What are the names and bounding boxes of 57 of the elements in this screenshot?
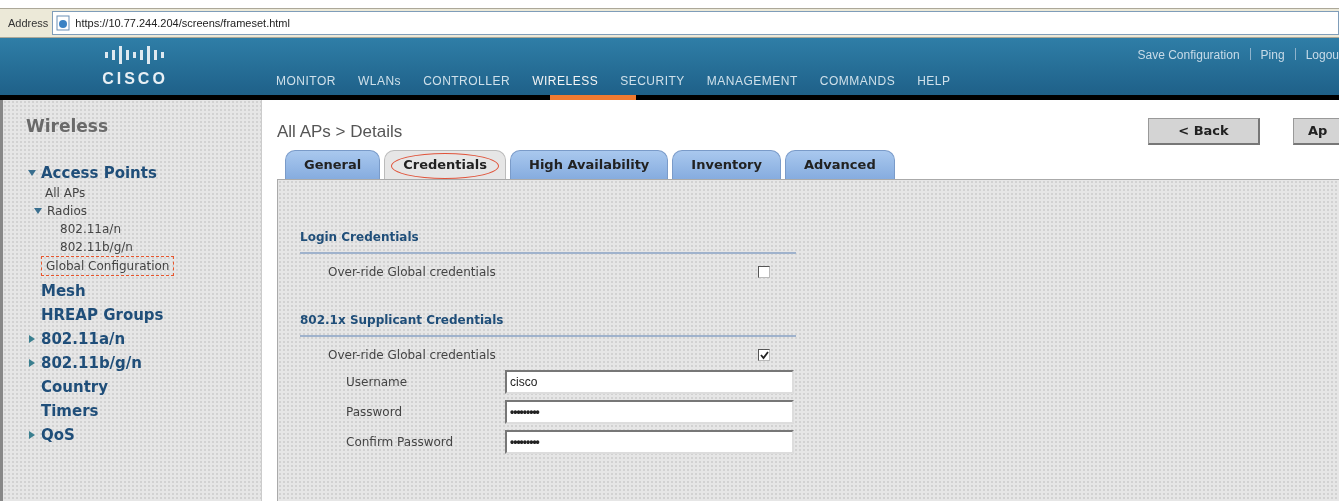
back-button[interactable]: < Back bbox=[1148, 118, 1260, 145]
section-title: 802.1x Supplicant Credentials bbox=[300, 311, 796, 337]
page-icon bbox=[55, 15, 72, 31]
sidebar-link[interactable]: Timers bbox=[41, 401, 99, 420]
address-label: Address bbox=[8, 15, 49, 31]
sidebar-link[interactable]: 802.11a/n bbox=[60, 219, 121, 238]
check-icon bbox=[759, 350, 769, 360]
field-label: Username bbox=[346, 374, 409, 391]
nav-tab[interactable]: WLANs bbox=[357, 72, 402, 90]
password-field[interactable]: ••••••••• bbox=[505, 430, 794, 454]
sidebar-link[interactable]: QoS bbox=[41, 425, 75, 444]
nav-tab[interactable]: MONITOR bbox=[276, 72, 336, 90]
option-label: Over-ride Global credentials bbox=[328, 264, 497, 281]
caret-icon bbox=[28, 358, 36, 367]
sidebar-link[interactable]: Mesh bbox=[41, 281, 86, 300]
sidebar-link[interactable]: 802.11a/n bbox=[41, 329, 126, 348]
address-field[interactable]: https://10.77.244.204/screens/frameset.html bbox=[52, 11, 1339, 35]
logo-text: CISCO bbox=[102, 69, 168, 89]
option-label: Over-ride Global credentials bbox=[328, 347, 497, 364]
nav-tab[interactable]: CONTROLLER bbox=[423, 72, 511, 90]
sidebar-link[interactable]: Global Configuration bbox=[41, 255, 175, 276]
caret-icon bbox=[28, 168, 36, 177]
sidebar-link[interactable]: Radios bbox=[47, 201, 87, 220]
username-field[interactable]: cisco bbox=[505, 370, 794, 394]
caret-icon bbox=[34, 206, 42, 215]
section-title: Login Credentials bbox=[300, 228, 796, 254]
nav-tab[interactable]: WIRELESS bbox=[532, 72, 599, 90]
tab[interactable]: Inventory bbox=[672, 150, 781, 179]
sidebar-link[interactable]: 802.11b/g/n bbox=[41, 353, 142, 372]
field-label: Confirm Password bbox=[346, 434, 455, 451]
caret-icon bbox=[28, 430, 36, 439]
header-link[interactable]: Logou bbox=[1305, 46, 1339, 62]
nav-tab[interactable]: MANAGEMENT bbox=[706, 72, 798, 90]
tab[interactable]: Credentials bbox=[384, 150, 506, 179]
checkbox[interactable] bbox=[758, 349, 770, 361]
nav-tab[interactable]: SECURITY bbox=[620, 72, 685, 90]
password-field[interactable]: ••••••••• bbox=[505, 400, 794, 424]
header-link[interactable]: Ping bbox=[1260, 46, 1285, 62]
tab[interactable]: Advanced bbox=[785, 150, 895, 179]
sidebar-link[interactable]: HREAP Groups bbox=[41, 305, 164, 324]
url-text: https://10.77.244.204/screens/frameset.html bbox=[75, 15, 290, 31]
logo-bars-icon bbox=[104, 46, 166, 64]
checkbox[interactable] bbox=[758, 266, 770, 278]
nav-tab[interactable]: COMMANDS bbox=[819, 72, 896, 90]
caret-icon bbox=[28, 334, 36, 343]
apply-button[interactable]: Ap bbox=[1293, 118, 1339, 145]
page-title: All APs > Details bbox=[277, 120, 404, 143]
sidebar-link[interactable]: 802.11b/g/n bbox=[60, 237, 133, 256]
sidebar-link[interactable]: Country bbox=[41, 377, 109, 396]
field-label: Password bbox=[346, 404, 404, 421]
sidebar-link[interactable]: All APs bbox=[45, 183, 86, 202]
sidebar-link[interactable]: Access Points bbox=[41, 163, 157, 182]
nav-tab[interactable]: HELP bbox=[917, 72, 951, 90]
tab[interactable]: High Availability bbox=[510, 150, 669, 179]
header-link[interactable]: Save Configuration bbox=[1137, 46, 1240, 62]
sidebar-title: Wireless bbox=[26, 115, 110, 138]
tab[interactable]: General bbox=[285, 150, 381, 179]
